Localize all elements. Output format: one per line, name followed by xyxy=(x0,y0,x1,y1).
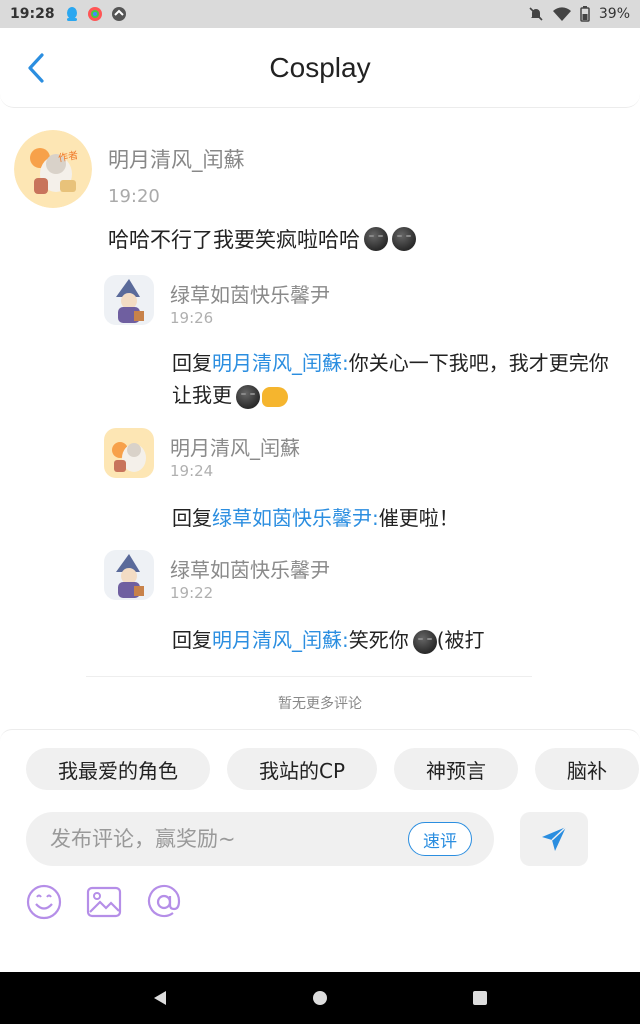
system-nav-bar xyxy=(0,972,640,1024)
mention-button[interactable] xyxy=(144,882,184,922)
reply-mention-link[interactable]: 明月清风_闰蘇: xyxy=(212,351,349,375)
reply-prefix: 回复 xyxy=(172,351,212,375)
quick-tag-favorite-character[interactable]: 我最爱的角色 xyxy=(26,748,210,790)
reply-prefix: 回复 xyxy=(172,506,212,530)
nav-back-button[interactable] xyxy=(140,978,180,1018)
smiley-icon xyxy=(26,884,62,920)
square-recents-icon xyxy=(473,991,487,1005)
comment-input[interactable] xyxy=(50,827,390,851)
comment-author-name[interactable]: 明月清风_闰蘇 xyxy=(108,144,245,174)
reply-text: 回复明月清风_闰蘇:你关心一下我吧，我才更完你让我更 xyxy=(172,347,622,411)
avatar-image xyxy=(14,130,92,208)
back-button[interactable] xyxy=(18,50,54,86)
emoji-button[interactable] xyxy=(24,882,64,922)
at-sign-icon xyxy=(147,884,181,918)
comment-time: 19:20 xyxy=(108,186,160,207)
composer-tools xyxy=(24,882,184,922)
quick-tag-my-cp[interactable]: 我站的CP xyxy=(227,748,378,790)
send-button[interactable] xyxy=(520,812,588,866)
image-button[interactable] xyxy=(84,882,124,922)
reply-author-name[interactable]: 绿草如茵快乐馨尹 xyxy=(170,554,330,583)
comment-text-content: 哈哈不行了我要笑疯啦哈哈 xyxy=(108,228,360,252)
send-icon xyxy=(542,826,567,851)
app-notification-icon xyxy=(87,7,102,21)
reply-mention-link[interactable]: 绿草如茵快乐馨尹: xyxy=(212,506,379,530)
quick-tag-imagination[interactable]: 脑补 xyxy=(535,748,640,790)
avatar-image xyxy=(104,550,154,600)
chevron-left-icon xyxy=(28,53,44,83)
quick-rate-button[interactable]: 速评 xyxy=(408,822,472,856)
author-avatar[interactable]: 作者 xyxy=(14,130,92,208)
reply-avatar[interactable] xyxy=(104,428,154,478)
status-right-icons: 39% xyxy=(528,6,630,22)
avatar-image xyxy=(104,275,154,325)
avatar-image xyxy=(104,428,154,478)
dark-face-emoji-icon xyxy=(392,227,416,251)
wifi-icon xyxy=(552,6,571,21)
triangle-back-icon xyxy=(154,991,166,1005)
dark-face-emoji-icon xyxy=(236,384,260,409)
battery-level: 39% xyxy=(598,6,630,22)
quick-tag-prophecy[interactable]: 神预言 xyxy=(394,748,519,790)
reply-text: 回复绿草如茵快乐馨尹:催更啦！ xyxy=(172,502,622,534)
reply-time: 19:26 xyxy=(170,309,214,327)
nav-recents-button[interactable] xyxy=(460,978,500,1018)
image-icon xyxy=(86,886,122,918)
page-title: Cosplay xyxy=(269,51,371,83)
header: Cosplay xyxy=(0,28,640,108)
reply-author-name[interactable]: 明月清风_闰蘇 xyxy=(170,432,300,461)
comment-text: 哈哈不行了我要笑疯啦哈哈 xyxy=(108,224,416,254)
reply-suffix: (被打 xyxy=(436,628,485,652)
quick-tag-row: 我最爱的角色 我站的CP 神预言 脑补 xyxy=(26,748,640,790)
reply-content: 笑死你 xyxy=(348,628,409,652)
mute-icon xyxy=(529,7,543,21)
status-notification-icons xyxy=(65,6,127,22)
reply-mention-link[interactable]: 明月清风_闰蘇: xyxy=(212,628,349,652)
comment-input-box: 速评 xyxy=(26,812,494,866)
divider xyxy=(86,676,532,677)
circle-home-icon xyxy=(313,991,327,1005)
reply-content: 催更啦！ xyxy=(378,506,459,530)
dark-face-emoji-icon xyxy=(364,227,388,251)
reply-avatar[interactable] xyxy=(104,550,154,600)
comment-composer-panel: 我最爱的角色 我站的CP 神预言 脑补 速评 xyxy=(0,729,640,972)
status-time: 19:28 xyxy=(10,6,55,22)
reply-text: 回复明月清风_闰蘇:笑死你 (被打 xyxy=(172,624,622,656)
nav-home-button[interactable] xyxy=(300,978,340,1018)
browser-notification-icon xyxy=(111,7,126,21)
status-bar: 19:28 39% xyxy=(0,0,640,28)
battery-icon xyxy=(580,6,590,22)
qq-notification-icon xyxy=(66,7,77,21)
reply-avatar[interactable] xyxy=(104,275,154,325)
dark-face-emoji-icon xyxy=(412,629,437,654)
reply-time: 19:22 xyxy=(170,584,214,602)
reply-time: 19:24 xyxy=(170,462,214,480)
no-more-comments-label: 暂无更多评论 xyxy=(278,696,362,712)
reply-prefix: 回复 xyxy=(172,628,212,652)
fist-emoji-icon xyxy=(262,386,288,407)
reply-author-name[interactable]: 绿草如茵快乐馨尹 xyxy=(170,279,330,308)
